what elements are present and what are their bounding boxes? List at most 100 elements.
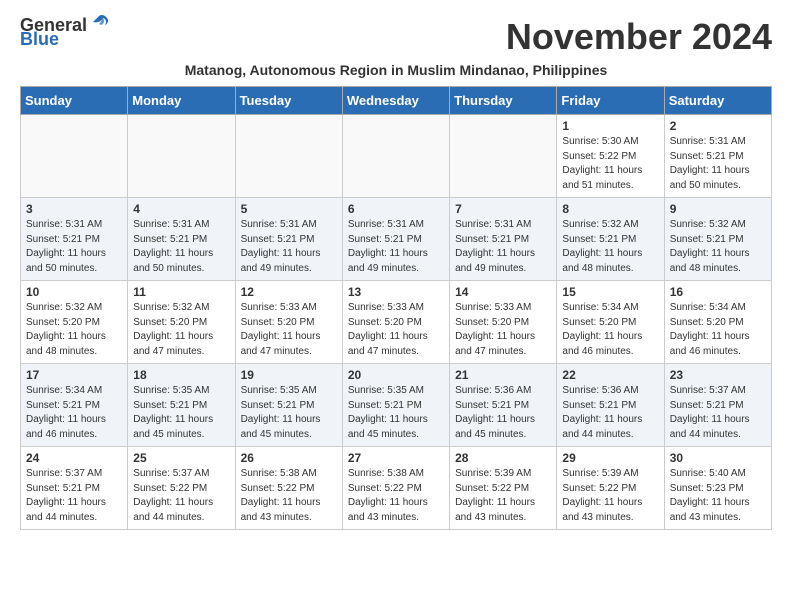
day-header-monday: Monday [128, 87, 235, 115]
calendar-cell: 3Sunrise: 5:31 AM Sunset: 5:21 PM Daylig… [21, 198, 128, 281]
day-info: Sunrise: 5:39 AM Sunset: 5:22 PM Dayligh… [455, 467, 551, 525]
day-number: 10 [26, 285, 122, 299]
day-number: 1 [562, 119, 658, 133]
day-info: Sunrise: 5:31 AM Sunset: 5:21 PM Dayligh… [455, 218, 551, 276]
day-number: 7 [455, 202, 551, 216]
calendar-header-row: SundayMondayTuesdayWednesdayThursdayFrid… [21, 87, 772, 115]
calendar-cell: 13 Sunrise: 5:33 AM Sunset: 5:20 PM Dayli… [342, 281, 449, 364]
calendar-cell: 11 Sunrise: 5:32 AM Sunset: 5:20 PM Dayli… [128, 281, 235, 364]
day-info: Sunrise: 5:38 AM Sunset: 5:22 PM Dayligh… [348, 467, 444, 525]
day-info: Sunrise: 5:33 AM Sunset: 5:20 PM Dayligh… [241, 301, 337, 359]
day-number: 8 [562, 202, 658, 216]
day-info: Sunrise: 5:31 AM Sunset: 5:21 PM Dayligh… [348, 218, 444, 276]
day-number: 28 [455, 451, 551, 465]
day-info: Sunrise: 5:35 AM Sunset: 5:21 PM Dayligh… [241, 384, 337, 442]
calendar-cell: 14 Sunrise: 5:33 AM Sunset: 5:20 PM Dayli… [450, 281, 557, 364]
calendar-week-row: 3Sunrise: 5:31 AM Sunset: 5:21 PM Daylig… [21, 198, 772, 281]
calendar-cell: 24 Sunrise: 5:37 AM Sunset: 5:21 PM Dayli… [21, 447, 128, 530]
day-info: Sunrise: 5:33 AM Sunset: 5:20 PM Dayligh… [348, 301, 444, 359]
day-info: Sunrise: 5:32 AM Sunset: 5:21 PM Dayligh… [562, 218, 658, 276]
calendar-cell: 27 Sunrise: 5:38 AM Sunset: 5:22 PM Dayli… [342, 447, 449, 530]
calendar-cell: 28 Sunrise: 5:39 AM Sunset: 5:22 PM Dayli… [450, 447, 557, 530]
day-info: Sunrise: 5:40 AM Sunset: 5:23 PM Dayligh… [670, 467, 766, 525]
logo-bird-icon [89, 14, 111, 32]
calendar-cell: 25Sunrise: 5:37 AM Sunset: 5:22 PM Dayli… [128, 447, 235, 530]
month-title: November 2024 [506, 16, 772, 58]
calendar-cell: 16Sunrise: 5:34 AM Sunset: 5:20 PM Dayli… [664, 281, 771, 364]
calendar-cell: 5 Sunrise: 5:31 AM Sunset: 5:21 PM Daylig… [235, 198, 342, 281]
calendar-week-row: 1Sunrise: 5:30 AM Sunset: 5:22 PM Daylig… [21, 115, 772, 198]
day-info: Sunrise: 5:38 AM Sunset: 5:22 PM Dayligh… [241, 467, 337, 525]
day-number: 5 [241, 202, 337, 216]
day-info: Sunrise: 5:34 AM Sunset: 5:20 PM Dayligh… [562, 301, 658, 359]
day-number: 18 [133, 368, 229, 382]
calendar-cell: 17 Sunrise: 5:34 AM Sunset: 5:21 PM Dayli… [21, 364, 128, 447]
calendar-cell: 22Sunrise: 5:36 AM Sunset: 5:21 PM Dayli… [557, 364, 664, 447]
calendar-cell: 26 Sunrise: 5:38 AM Sunset: 5:22 PM Dayli… [235, 447, 342, 530]
day-info: Sunrise: 5:32 AM Sunset: 5:21 PM Dayligh… [670, 218, 766, 276]
day-number: 2 [670, 119, 766, 133]
day-header-wednesday: Wednesday [342, 87, 449, 115]
day-number: 23 [670, 368, 766, 382]
day-info: Sunrise: 5:36 AM Sunset: 5:21 PM Dayligh… [455, 384, 551, 442]
day-number: 6 [348, 202, 444, 216]
day-number: 13 [348, 285, 444, 299]
calendar-cell: 18 Sunrise: 5:35 AM Sunset: 5:21 PM Dayli… [128, 364, 235, 447]
day-info: Sunrise: 5:35 AM Sunset: 5:21 PM Dayligh… [348, 384, 444, 442]
day-header-sunday: Sunday [21, 87, 128, 115]
calendar-cell [21, 115, 128, 198]
day-number: 20 [348, 368, 444, 382]
calendar-week-row: 24 Sunrise: 5:37 AM Sunset: 5:21 PM Dayli… [21, 447, 772, 530]
day-header-thursday: Thursday [450, 87, 557, 115]
day-header-saturday: Saturday [664, 87, 771, 115]
day-number: 9 [670, 202, 766, 216]
logo-blue-text: Blue [20, 30, 59, 48]
calendar-cell: 9 Sunrise: 5:32 AM Sunset: 5:21 PM Daylig… [664, 198, 771, 281]
calendar-cell: 12 Sunrise: 5:33 AM Sunset: 5:20 PM Dayli… [235, 281, 342, 364]
day-info: Sunrise: 5:31 AM Sunset: 5:21 PM Dayligh… [26, 218, 122, 276]
day-number: 17 [26, 368, 122, 382]
calendar-cell: 23 Sunrise: 5:37 AM Sunset: 5:21 PM Dayli… [664, 364, 771, 447]
day-header-friday: Friday [557, 87, 664, 115]
day-info: Sunrise: 5:37 AM Sunset: 5:21 PM Dayligh… [670, 384, 766, 442]
page-header: General Blue November 2024 [20, 16, 772, 58]
day-info: Sunrise: 5:36 AM Sunset: 5:21 PM Dayligh… [562, 384, 658, 442]
calendar-cell: 4Sunrise: 5:31 AM Sunset: 5:21 PM Daylig… [128, 198, 235, 281]
calendar-cell: 29 Sunrise: 5:39 AM Sunset: 5:22 PM Dayli… [557, 447, 664, 530]
subtitle: Matanog, Autonomous Region in Muslim Min… [20, 62, 772, 78]
day-number: 14 [455, 285, 551, 299]
day-number: 4 [133, 202, 229, 216]
calendar-cell: 10 Sunrise: 5:32 AM Sunset: 5:20 PM Dayli… [21, 281, 128, 364]
day-info: Sunrise: 5:34 AM Sunset: 5:20 PM Dayligh… [670, 301, 766, 359]
calendar-cell: 20 Sunrise: 5:35 AM Sunset: 5:21 PM Dayli… [342, 364, 449, 447]
day-info: Sunrise: 5:34 AM Sunset: 5:21 PM Dayligh… [26, 384, 122, 442]
calendar-cell [450, 115, 557, 198]
day-info: Sunrise: 5:32 AM Sunset: 5:20 PM Dayligh… [133, 301, 229, 359]
day-number: 29 [562, 451, 658, 465]
calendar-cell: 8 Sunrise: 5:32 AM Sunset: 5:21 PM Daylig… [557, 198, 664, 281]
day-info: Sunrise: 5:31 AM Sunset: 5:21 PM Dayligh… [241, 218, 337, 276]
day-info: Sunrise: 5:39 AM Sunset: 5:22 PM Dayligh… [562, 467, 658, 525]
calendar-cell: 30 Sunrise: 5:40 AM Sunset: 5:23 PM Dayli… [664, 447, 771, 530]
day-info: Sunrise: 5:35 AM Sunset: 5:21 PM Dayligh… [133, 384, 229, 442]
calendar-cell: 19 Sunrise: 5:35 AM Sunset: 5:21 PM Dayli… [235, 364, 342, 447]
day-number: 30 [670, 451, 766, 465]
day-info: Sunrise: 5:32 AM Sunset: 5:20 PM Dayligh… [26, 301, 122, 359]
day-number: 11 [133, 285, 229, 299]
calendar-week-row: 10 Sunrise: 5:32 AM Sunset: 5:20 PM Dayli… [21, 281, 772, 364]
day-number: 24 [26, 451, 122, 465]
calendar-cell: 1Sunrise: 5:30 AM Sunset: 5:22 PM Daylig… [557, 115, 664, 198]
day-number: 27 [348, 451, 444, 465]
day-number: 19 [241, 368, 337, 382]
calendar-cell: 15Sunrise: 5:34 AM Sunset: 5:20 PM Dayli… [557, 281, 664, 364]
day-info: Sunrise: 5:33 AM Sunset: 5:20 PM Dayligh… [455, 301, 551, 359]
calendar-cell [128, 115, 235, 198]
logo: General Blue [20, 16, 111, 48]
day-number: 12 [241, 285, 337, 299]
day-info: Sunrise: 5:37 AM Sunset: 5:21 PM Dayligh… [26, 467, 122, 525]
day-header-tuesday: Tuesday [235, 87, 342, 115]
calendar-cell [235, 115, 342, 198]
day-number: 26 [241, 451, 337, 465]
calendar-cell: 2Sunrise: 5:31 AM Sunset: 5:21 PM Daylig… [664, 115, 771, 198]
calendar-cell [342, 115, 449, 198]
